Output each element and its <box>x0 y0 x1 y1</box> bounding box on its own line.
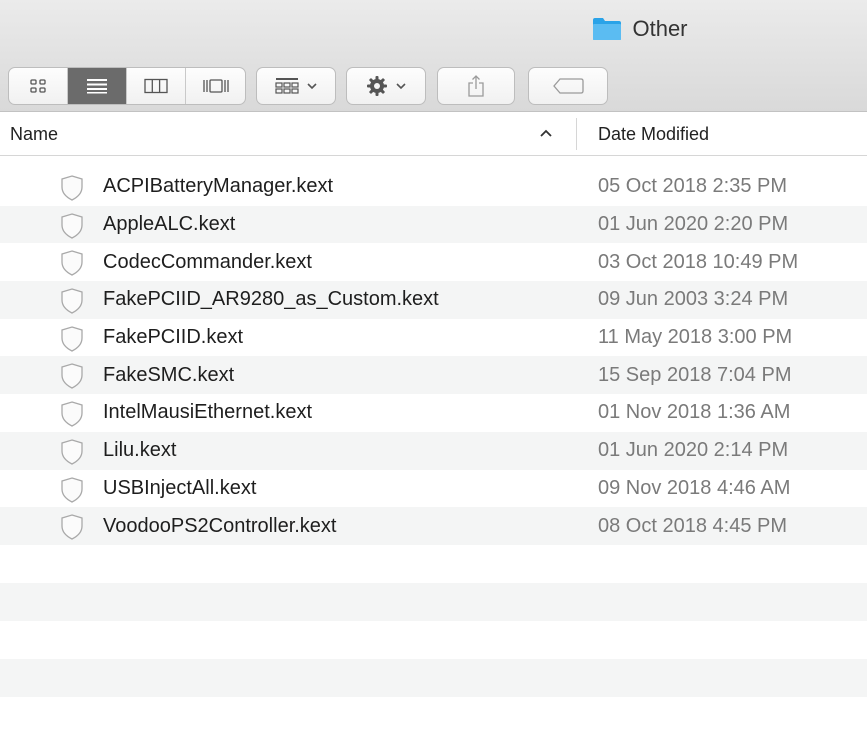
file-name: ACPIBatteryManager.kext <box>103 175 334 198</box>
empty-row <box>0 621 867 659</box>
view-mode-segmented-control <box>8 67 246 105</box>
file-name: CodecCommander.kext <box>103 250 312 273</box>
window-title: Other <box>0 16 867 42</box>
file-name: FakePCIID_AR9280_as_Custom.kext <box>103 288 439 311</box>
file-list: ACPIBatteryManager.kext 05 Oct 2018 2:35… <box>0 168 867 545</box>
columns-icon <box>144 78 168 94</box>
file-date-modified: 09 Nov 2018 4:46 AM <box>598 476 791 499</box>
list-item[interactable]: FakePCIID.kext 11 May 2018 3:00 PM <box>0 319 867 357</box>
column-divider[interactable] <box>576 118 577 150</box>
empty-row <box>0 659 867 697</box>
empty-row <box>0 545 867 583</box>
sort-ascending-icon[interactable] <box>538 126 554 140</box>
list-lines-icon <box>87 79 107 94</box>
kext-shield-icon <box>61 326 83 352</box>
file-date-modified: 05 Oct 2018 2:35 PM <box>598 175 788 198</box>
icon-grid-icon <box>30 79 46 93</box>
kext-shield-icon <box>61 213 83 239</box>
list-item[interactable]: FakePCIID_AR9280_as_Custom.kext 09 Jun 2… <box>0 281 867 319</box>
kext-shield-icon <box>61 439 83 465</box>
arrange-grid-icon <box>275 78 299 94</box>
tag-icon <box>553 78 584 94</box>
file-name: AppleALC.kext <box>103 213 236 236</box>
window-title-text: Other <box>632 16 688 41</box>
cover-flow-view-button[interactable] <box>186 68 245 104</box>
list-item[interactable]: FakeSMC.kext 15 Sep 2018 7:04 PM <box>0 356 867 395</box>
file-name: FakePCIID.kext <box>103 326 244 349</box>
file-name: IntelMausiEthernet.kext <box>103 401 312 424</box>
file-name: VoodooPS2Controller.kext <box>103 514 337 537</box>
kext-shield-icon <box>61 401 83 427</box>
arrange-button[interactable] <box>256 67 336 105</box>
list-item[interactable]: CodecCommander.kext 03 Oct 2018 10:49 PM <box>0 243 867 281</box>
file-name: USBInjectAll.kext <box>103 476 257 499</box>
column-view-button[interactable] <box>127 68 186 104</box>
kext-shield-icon <box>61 288 83 314</box>
chevron-down-icon <box>396 83 406 90</box>
gear-icon <box>367 76 387 96</box>
tag-button[interactable] <box>528 67 608 105</box>
date-modified-column-header[interactable]: Date Modified <box>598 124 709 145</box>
kext-shield-icon <box>61 250 83 277</box>
file-date-modified: 09 Jun 2003 3:24 PM <box>598 288 789 311</box>
list-item[interactable]: ACPIBatteryManager.kext 05 Oct 2018 2:35… <box>0 168 867 206</box>
list-item[interactable]: VoodooPS2Controller.kext 08 Oct 2018 4:4… <box>0 507 867 545</box>
file-date-modified: 11 May 2018 3:00 PM <box>598 326 793 349</box>
file-date-modified: 01 Jun 2020 2:14 PM <box>598 439 789 462</box>
list-view-button[interactable] <box>68 68 127 104</box>
chevron-down-icon <box>307 83 317 90</box>
empty-list-area <box>0 545 867 732</box>
kext-shield-icon <box>61 476 83 503</box>
list-item[interactable]: USBInjectAll.kext 09 Nov 2018 4:46 AM <box>0 470 867 508</box>
file-date-modified: 03 Oct 2018 10:49 PM <box>598 250 799 273</box>
kext-shield-icon <box>61 514 83 540</box>
action-button[interactable] <box>346 67 426 105</box>
list-column-header: Name Date Modified <box>0 112 867 156</box>
empty-row <box>0 697 867 732</box>
finder-toolbar: Other <box>0 0 867 112</box>
empty-row <box>0 583 867 621</box>
share-icon <box>468 75 484 97</box>
file-date-modified: 01 Jun 2020 2:20 PM <box>598 213 789 236</box>
file-date-modified: 15 Sep 2018 7:04 PM <box>598 363 792 386</box>
folder-icon <box>593 18 622 40</box>
kext-shield-icon <box>61 363 83 390</box>
share-button[interactable] <box>437 67 515 105</box>
cover-flow-icon <box>202 79 229 93</box>
kext-shield-icon <box>61 175 83 201</box>
file-date-modified: 01 Nov 2018 1:36 AM <box>598 401 791 424</box>
list-item[interactable]: IntelMausiEthernet.kext 01 Nov 2018 1:36… <box>0 394 867 432</box>
icon-view-button[interactable] <box>9 68 68 104</box>
list-item[interactable]: Lilu.kext 01 Jun 2020 2:14 PM <box>0 431 867 470</box>
file-name: Lilu.kext <box>103 439 177 462</box>
name-column-header[interactable]: Name <box>10 124 58 145</box>
file-name: FakeSMC.kext <box>103 363 235 386</box>
list-item[interactable]: AppleALC.kext 01 Jun 2020 2:20 PM <box>0 205 867 244</box>
file-date-modified: 08 Oct 2018 4:45 PM <box>598 514 788 537</box>
